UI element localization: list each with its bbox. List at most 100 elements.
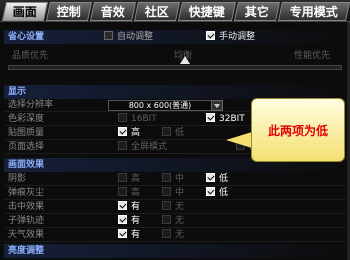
fullscreen-option[interactable]: 全屏模式 <box>118 141 167 154</box>
tooltip-tail <box>226 132 252 148</box>
annotation-callout: 此两项为低 <box>251 98 345 162</box>
shadow-high-option[interactable]: 高 <box>118 173 140 186</box>
bit32-option[interactable]: 32BIT <box>206 113 245 126</box>
dust-low-checkbox[interactable] <box>206 187 215 196</box>
section-title: 省心设置 <box>8 32 45 42</box>
tab-audio[interactable]: 音效 <box>89 2 137 21</box>
manual-adjust-option[interactable]: 手动调整 <box>206 30 255 44</box>
resolution-select[interactable]: 800 x 600(普通) <box>108 100 212 111</box>
weather-off-label: 无 <box>175 230 185 240</box>
weather-on-option[interactable]: 有 <box>118 229 140 242</box>
section-display: 显示 <box>4 85 346 99</box>
weather-on-checkbox[interactable] <box>118 229 127 238</box>
shadow-low-label: 低 <box>219 174 229 184</box>
tab-label: 社区 <box>144 5 169 19</box>
trail-off-checkbox[interactable] <box>162 215 171 224</box>
slider-thumb[interactable] <box>180 56 190 64</box>
hit-off-checkbox[interactable] <box>162 201 171 210</box>
tab-controls[interactable]: 控制 <box>45 2 93 21</box>
tab-hotkeys[interactable]: 快捷键 <box>177 2 237 21</box>
section-quick-settings: 省心设置 <box>4 30 346 44</box>
fullscreen-label: 全屏模式 <box>131 142 168 152</box>
shadow-high-label: 高 <box>131 174 141 184</box>
texture-low-checkbox[interactable] <box>162 127 171 136</box>
bit16-checkbox[interactable] <box>118 113 127 122</box>
dust-label: 弹痕灰尘 <box>8 188 45 198</box>
trail-label: 子弹轨迹 <box>8 216 45 226</box>
tab-label: 控制 <box>56 5 81 19</box>
tab-community[interactable]: 社区 <box>133 2 181 21</box>
dust-mid-option[interactable]: 中 <box>162 187 184 200</box>
hit-on-label: 有 <box>131 202 141 212</box>
texture-low-option[interactable]: 低 <box>162 127 184 140</box>
auto-adjust-label: 自动调整 <box>117 32 154 42</box>
chevron-down-icon[interactable] <box>211 100 223 111</box>
tab-label: 画面 <box>12 5 37 19</box>
trail-off-label: 无 <box>175 216 185 226</box>
weather-label: 天气效果 <box>8 230 45 240</box>
performance-first-label: 性能优先 <box>294 51 331 61</box>
fullscreen-checkbox[interactable] <box>118 141 127 150</box>
texture-label: 贴图质量 <box>8 128 45 138</box>
dust-row: 弹痕灰尘 高 中 低 <box>4 187 346 200</box>
weather-off-option[interactable]: 无 <box>162 229 184 242</box>
hit-on-option[interactable]: 有 <box>118 201 140 214</box>
tab-label: 音效 <box>100 5 125 19</box>
shadow-row: 阴影 高 中 低 <box>4 173 346 186</box>
slider-track[interactable] <box>8 65 342 70</box>
trail-on-checkbox[interactable] <box>118 215 127 224</box>
texture-high-label: 高 <box>131 128 141 138</box>
tab-bar: 画面 控制 音效 社区 快捷键 其它 专用模式 <box>0 0 350 22</box>
section-title: 画面效果 <box>8 160 45 170</box>
shadow-mid-label: 中 <box>175 174 185 184</box>
hit-label: 击中效果 <box>8 202 45 212</box>
shadow-label: 阴影 <box>8 174 27 184</box>
callout-text: 此两项为低 <box>267 124 328 138</box>
shadow-mid-option[interactable]: 中 <box>162 173 184 186</box>
bit32-checkbox[interactable] <box>206 113 215 122</box>
weather-row: 天气效果 有 无 <box>4 229 346 242</box>
color-depth-label: 色彩深度 <box>8 114 45 124</box>
bit16-option[interactable]: 16BIT <box>118 113 157 126</box>
dust-low-label: 低 <box>219 188 229 198</box>
texture-high-option[interactable]: 高 <box>118 127 140 140</box>
page-label: 页面选择 <box>8 142 45 152</box>
section-title: 亮度调整 <box>8 246 45 256</box>
trail-on-label: 有 <box>131 216 141 226</box>
tab-special-mode[interactable]: 专用模式 <box>277 2 350 21</box>
dust-mid-label: 中 <box>175 188 185 198</box>
manual-adjust-checkbox[interactable] <box>206 31 215 40</box>
trail-off-option[interactable]: 无 <box>162 215 184 228</box>
preset-slider[interactable]: 品质优先 均衡 性能优先 <box>4 46 346 76</box>
texture-high-checkbox[interactable] <box>118 127 127 136</box>
tab-label: 专用模式 <box>289 5 338 19</box>
shadow-low-option[interactable]: 低 <box>206 173 228 186</box>
hit-on-checkbox[interactable] <box>118 201 127 210</box>
tab-label: 快捷键 <box>188 5 225 19</box>
hit-off-option[interactable]: 无 <box>162 201 184 214</box>
shadow-low-checkbox[interactable] <box>206 173 215 182</box>
auto-adjust-option[interactable]: 自动调整 <box>104 30 153 44</box>
dust-high-checkbox[interactable] <box>118 187 127 196</box>
trail-row: 子弹轨迹 有 无 <box>4 215 346 228</box>
tab-other[interactable]: 其它 <box>233 2 281 21</box>
dust-high-option[interactable]: 高 <box>118 187 140 200</box>
dust-low-option[interactable]: 低 <box>206 187 228 200</box>
trail-on-option[interactable]: 有 <box>118 215 140 228</box>
dust-high-label: 高 <box>131 188 141 198</box>
hit-off-label: 无 <box>175 202 185 212</box>
shadow-high-checkbox[interactable] <box>118 173 127 182</box>
manual-adjust-label: 手动调整 <box>219 32 256 42</box>
tab-graphics[interactable]: 画面 <box>1 2 49 21</box>
auto-adjust-checkbox[interactable] <box>104 31 113 40</box>
shadow-mid-checkbox[interactable] <box>162 173 171 182</box>
resolution-label: 选择分辨率 <box>8 100 54 110</box>
quality-first-label: 品质优先 <box>12 51 49 61</box>
bit16-label: 16BIT <box>131 114 157 124</box>
section-brightness: 亮度调整 <box>4 244 346 258</box>
bit32-label: 32BIT <box>219 114 245 124</box>
texture-low-label: 低 <box>175 128 185 138</box>
weather-off-checkbox[interactable] <box>162 229 171 238</box>
hit-row: 击中效果 有 无 <box>4 201 346 214</box>
dust-mid-checkbox[interactable] <box>162 187 171 196</box>
